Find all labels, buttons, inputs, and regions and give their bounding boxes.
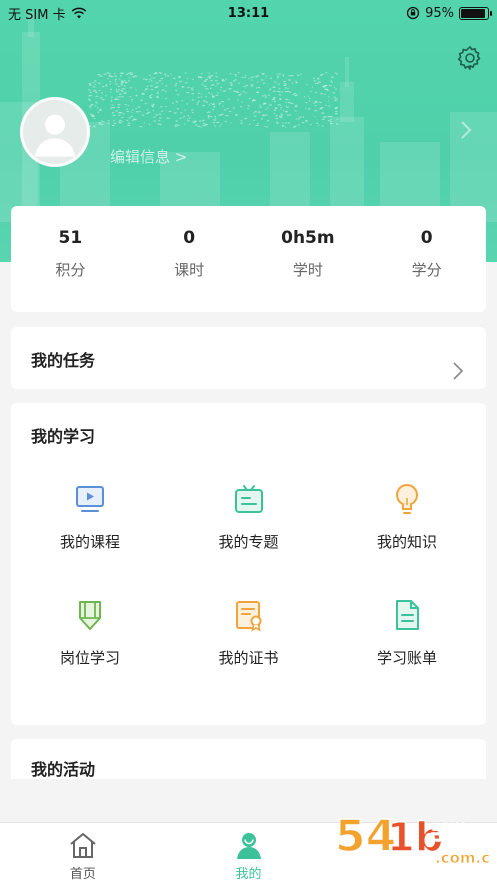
home-icon [70, 833, 96, 858]
grid-label: 我的专题 [218, 533, 279, 551]
stat-label: 学时 [292, 261, 323, 279]
svg-text:手游网: 手游网 [431, 821, 488, 844]
user-icon [236, 833, 261, 859]
grid-label: 我的知识 [376, 533, 437, 551]
my-activities-card[interactable]: 我的活动 [11, 739, 486, 779]
my-topics-button[interactable]: 我的专题 [169, 481, 328, 552]
tab-home[interactable]: 首页 [0, 823, 166, 883]
grid-label: 岗位学习 [59, 649, 120, 667]
site-watermark-logo: 54 1b 手游网 .com.cn [334, 810, 491, 867]
stats-card: 51 积分 0 课时 0h5m 学时 0 学分 [11, 206, 486, 312]
default-avatar-icon [34, 114, 76, 157]
my-courses-button[interactable]: 我的课程 [11, 481, 169, 552]
settings-gear-icon[interactable] [456, 44, 484, 72]
svg-text:.com.cn: .com.cn [435, 849, 491, 867]
tab-mine[interactable]: 我的 [166, 823, 332, 883]
grid-label: 我的课程 [59, 533, 120, 551]
stat-lessons[interactable]: 0 课时 [130, 226, 249, 312]
my-tasks-row[interactable]: 我的任务 [11, 327, 486, 389]
stat-value: 0 [420, 228, 433, 248]
blurred-username [88, 72, 338, 128]
tab-label: 我的 [235, 867, 262, 882]
my-activities-title: 我的活动 [31, 760, 96, 779]
avatar[interactable] [20, 97, 90, 167]
lightbulb-icon [396, 484, 418, 514]
stat-value: 51 [58, 228, 83, 248]
my-knowledge-button[interactable]: 我的知识 [328, 481, 486, 552]
certificate-icon [235, 601, 261, 632]
tab-label: 首页 [69, 867, 96, 882]
grid-label: 我的证书 [218, 649, 279, 667]
stat-value: 0h5m [281, 228, 335, 248]
stat-label: 课时 [174, 261, 205, 279]
status-bar: 无 SIM 卡 13:11 95% [0, 0, 497, 26]
carrier-label: 无 SIM 卡 [8, 7, 66, 23]
study-bill-button[interactable]: 学习账单 [328, 597, 486, 668]
job-learning-button[interactable]: 岗位学习 [11, 597, 169, 668]
stat-credits[interactable]: 0 学分 [367, 226, 486, 312]
my-tasks-title: 我的任务 [31, 351, 96, 370]
pencil-icon [79, 601, 101, 630]
bill-document-icon [396, 600, 419, 630]
stat-value: 0 [183, 228, 196, 248]
my-certificates-button[interactable]: 我的证书 [169, 597, 328, 668]
wifi-icon [71, 7, 86, 19]
edit-info-link[interactable]: 编辑信息 > [110, 146, 187, 167]
topic-icon [234, 485, 263, 513]
video-course-icon [76, 486, 104, 512]
my-study-card: 我的学习 我的课程 我的专题 我的知识 岗位学习 我的证书 学习账单 [11, 403, 486, 725]
stat-points[interactable]: 51 积分 [11, 226, 130, 312]
orientation-lock-icon [406, 6, 420, 20]
battery-icon [459, 6, 492, 20]
stat-label: 学分 [411, 261, 442, 279]
grid-label: 学习账单 [376, 649, 437, 667]
stat-label: 积分 [55, 261, 86, 279]
chevron-right-icon [453, 362, 464, 380]
my-study-title: 我的学习 [31, 427, 96, 446]
stat-study-hours[interactable]: 0h5m 学时 [249, 226, 368, 312]
battery-percent: 95% [425, 5, 454, 21]
chevron-right-icon[interactable] [458, 118, 474, 142]
